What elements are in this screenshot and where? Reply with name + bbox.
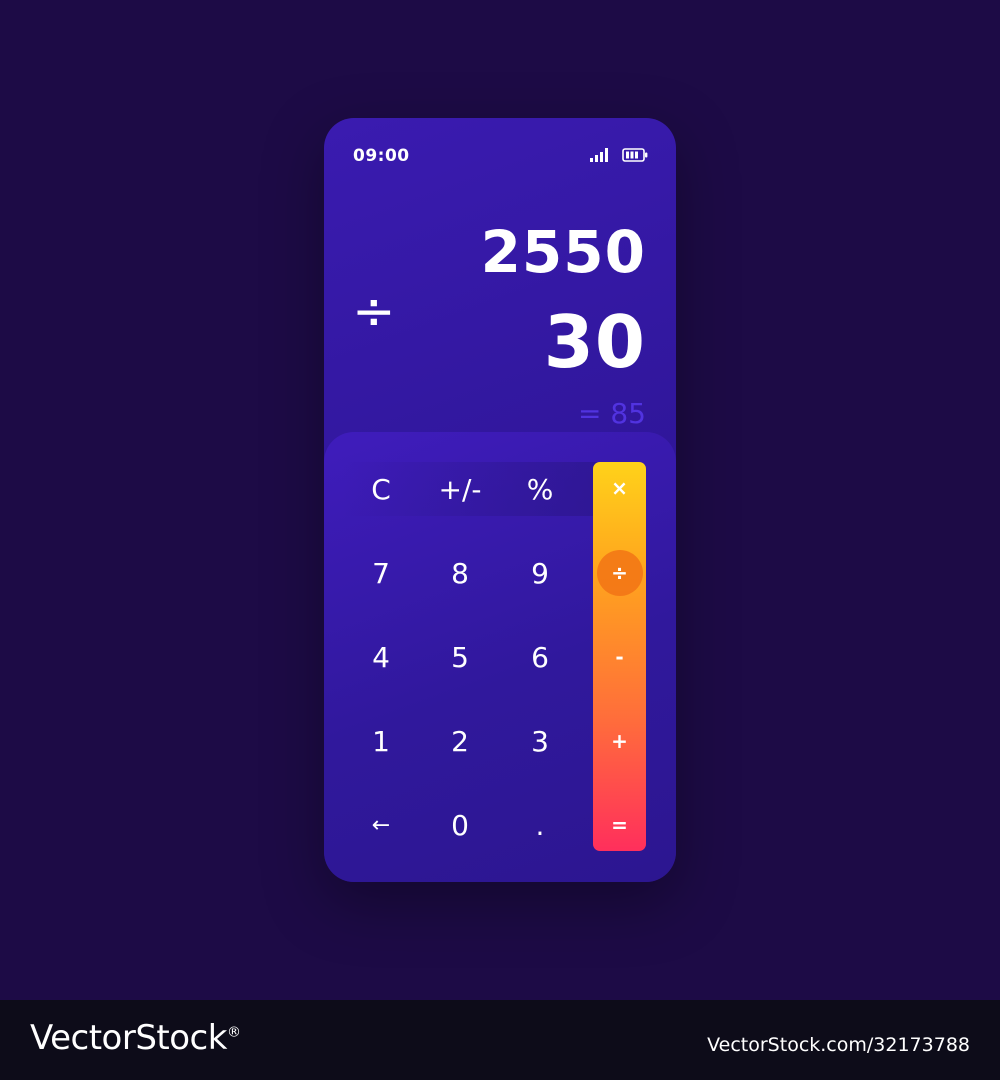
watermark-footer: VectorStock® VectorStock.com/32173788 xyxy=(0,1000,1000,1080)
digit-9-button[interactable]: 9 xyxy=(510,543,570,603)
clear-button[interactable]: C xyxy=(351,459,411,519)
equals-label: = xyxy=(611,813,628,837)
digit-3-button[interactable]: 3 xyxy=(510,711,570,771)
keypad: C +/- % 7 8 9 4 5 6 1 2 3 ← 0 . × ÷ - + … xyxy=(324,432,676,882)
operator-column: × ÷ - + = xyxy=(593,462,646,851)
percent-button[interactable]: % xyxy=(510,459,570,519)
digit-1-button[interactable]: 1 xyxy=(351,711,411,771)
signal-bars-icon xyxy=(590,148,608,162)
subtract-button[interactable]: - xyxy=(593,633,646,681)
equals-button[interactable]: = xyxy=(593,801,646,849)
divide-button[interactable]: ÷ xyxy=(593,549,646,597)
display-first-operand: 2550 xyxy=(480,218,646,286)
subtract-label: - xyxy=(615,645,624,669)
display-result: = 85 xyxy=(578,397,646,430)
digit-0-button[interactable]: 0 xyxy=(430,795,490,855)
status-time: 09:00 xyxy=(353,146,410,166)
digit-8-button[interactable]: 8 xyxy=(430,543,490,603)
digit-6-button[interactable]: 6 xyxy=(510,627,570,687)
add-button[interactable]: + xyxy=(593,717,646,765)
add-label: + xyxy=(611,729,628,753)
digit-2-button[interactable]: 2 xyxy=(430,711,490,771)
battery-icon xyxy=(622,148,648,162)
divide-label: ÷ xyxy=(611,561,628,585)
watermark-brand: VectorStock® xyxy=(30,1018,241,1058)
background: 09:00 ÷ 2550 30 = 85 C +/- % 7 8 9 4 5 6… xyxy=(0,0,1000,1000)
decimal-button[interactable]: . xyxy=(510,795,570,855)
watermark-brand-name: VectorStock xyxy=(30,1018,227,1058)
digit-7-button[interactable]: 7 xyxy=(351,543,411,603)
backspace-button[interactable]: ← xyxy=(351,795,411,855)
multiply-button[interactable]: × xyxy=(593,464,646,512)
multiply-label: × xyxy=(611,476,628,500)
sign-toggle-button[interactable]: +/- xyxy=(430,459,490,519)
calculator-screen: 09:00 ÷ 2550 30 = 85 C +/- % 7 8 9 4 5 6… xyxy=(324,118,676,882)
digit-5-button[interactable]: 5 xyxy=(430,627,490,687)
digit-4-button[interactable]: 4 xyxy=(351,627,411,687)
watermark-image-id: VectorStock.com/32173788 xyxy=(707,1034,970,1056)
display-operator: ÷ xyxy=(352,282,396,342)
watermark-registered-mark: ® xyxy=(226,1024,241,1041)
display-second-operand: 30 xyxy=(543,300,646,384)
